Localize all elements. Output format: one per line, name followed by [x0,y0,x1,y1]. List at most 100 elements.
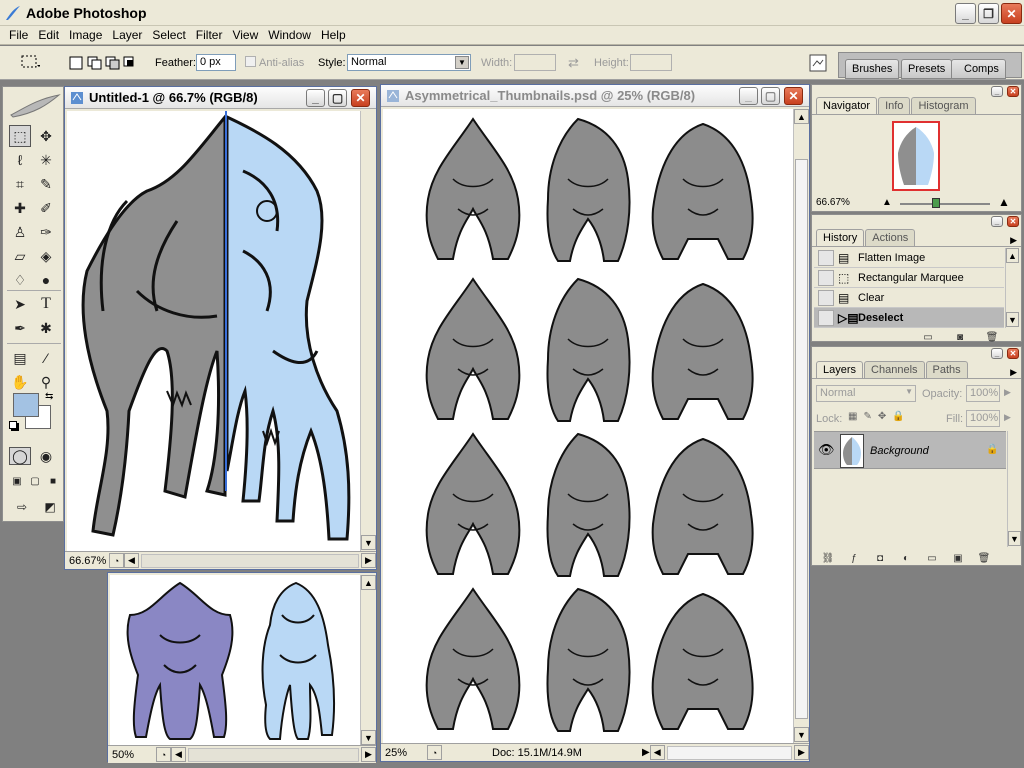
tab-navigator[interactable]: Navigator [816,97,878,114]
new-group-icon[interactable]: ▭ [924,550,940,566]
file-browser-icon[interactable] [808,53,828,73]
zoom-level-3[interactable]: 25% [381,747,421,759]
layer-row-background[interactable]: 👁 Background 🔒 [814,431,1006,469]
tab-layers[interactable]: Layers [816,361,864,378]
layer-mask-icon[interactable]: ◘ [872,550,888,566]
magic-wand-tool-icon[interactable]: ✳ [35,149,57,171]
zoom-level[interactable]: 66.67% [65,555,106,567]
scroll-left-icon[interactable]: ◀ [124,553,139,568]
panel-close-icon[interactable]: ✕ [1007,216,1019,227]
layer-style-icon[interactable]: ƒ [846,550,862,566]
trash-icon[interactable]: 🗑 [984,329,1000,345]
feather-input[interactable]: 0 px [196,54,236,71]
clone-stamp-tool-icon[interactable]: ♙ [9,221,31,243]
history-checkbox[interactable] [818,249,834,266]
screen-mode-standard-icon[interactable]: ▣ [9,473,25,489]
layers-scrollbar[interactable]: ▼ [1007,431,1021,547]
hand-tool-icon[interactable]: ✋ [9,371,31,393]
tab-history[interactable]: History [816,229,865,246]
standard-mode-icon[interactable]: ◯ [9,447,31,465]
eraser-tool-icon[interactable]: ▱ [9,245,31,267]
zoom-in-icon[interactable]: ▲ [998,195,1010,209]
scroll-right-icon[interactable]: ▶ [361,553,376,568]
history-scrollbar[interactable]: ▲ ▼ [1005,248,1020,328]
jump-to-imageready-icon[interactable]: ⇨ [9,497,35,517]
doc-minimize-button[interactable]: _ [306,89,325,107]
history-item[interactable]: ⬚ Rectangular Marquee [814,268,1004,288]
lasso-tool-icon[interactable]: ℓ [9,149,31,171]
screen-mode-full-menu-icon[interactable]: ▢ [27,473,43,489]
palette-tab-presets[interactable]: Presets [901,59,953,79]
menu-window[interactable]: Window [263,28,316,42]
selection-mode-icons[interactable] [68,55,140,71]
notes-tool-icon[interactable]: ▤ [9,347,31,369]
tab-info[interactable]: Info [878,97,911,114]
width-input[interactable] [514,54,556,71]
trash-icon[interactable]: 🗑 [976,550,992,566]
pen-tool-icon[interactable]: ✒ [9,317,31,339]
close-button[interactable]: ✕ [1001,3,1022,24]
scroll-down-icon[interactable]: ▼ [1008,531,1021,546]
zoom-tool-icon[interactable]: ⚲ [35,371,57,393]
eyedropper-tool-icon[interactable]: ⁄ [35,347,57,369]
zoom-slider-thumb[interactable] [932,198,940,208]
document-canvas-2[interactable] [110,575,360,745]
status-menu-icon[interactable]: ◔ [156,747,171,762]
scroll-down-icon[interactable]: ▼ [1006,312,1019,327]
doc-maximize-button[interactable]: ▢ [761,87,780,105]
vertical-scrollbar[interactable]: ▼ [360,111,376,551]
doc-maximize-button[interactable]: ▢ [328,89,347,107]
scroll-up-icon[interactable]: ▲ [361,575,376,590]
palette-tab-brushes[interactable]: Brushes [845,59,900,79]
panel-menu-icon[interactable]: ▶ [1010,367,1017,378]
blur-tool-icon[interactable]: ♢ [9,269,31,291]
dodge-tool-icon[interactable]: ● [35,269,57,291]
tab-channels[interactable]: Channels [864,361,925,378]
vertical-scrollbar-3[interactable]: ▲ ▼ [793,109,809,743]
slice-tool-icon[interactable]: ✎ [35,173,57,195]
menu-help[interactable]: Help [316,28,351,42]
menu-image[interactable]: Image [64,28,107,42]
scroll-up-icon[interactable]: ▲ [1006,248,1019,263]
doc-close-button[interactable]: ✕ [784,87,803,105]
zoom-level-2[interactable]: 50% [108,749,148,761]
type-tool-icon[interactable]: T [35,293,57,315]
minimize-button[interactable]: _ [955,3,976,24]
foreground-color-swatch[interactable] [13,393,39,417]
screen-mode-full-icon[interactable]: ■ [45,473,61,489]
panel-minimize-icon[interactable]: _ [991,216,1003,227]
tab-actions[interactable]: Actions [865,229,916,246]
scroll-right-icon[interactable]: ▶ [794,745,809,760]
opacity-input[interactable]: 100% [966,385,1000,402]
menu-filter[interactable]: Filter [191,28,228,42]
scroll-down-icon[interactable]: ▼ [794,727,809,742]
document-canvas-3[interactable] [383,109,793,743]
vertical-scrollbar-2[interactable]: ▲ ▼ [360,575,376,745]
navigator-thumbnail[interactable] [892,121,940,191]
adjustment-layer-icon[interactable]: ◐ [898,550,914,566]
menu-select[interactable]: Select [147,28,190,42]
eye-visibility-icon[interactable]: 👁 [818,442,835,458]
scroll-down-icon[interactable]: ▼ [361,730,376,745]
document-canvas[interactable] [67,111,360,551]
move-tool-icon[interactable]: ✥ [35,125,57,147]
lock-all-icon[interactable]: 🔒 [892,411,904,422]
rect-marquee-tool-icon[interactable]: ⬚ [9,125,31,147]
path-selection-tool-icon[interactable]: ➤ [9,293,31,315]
new-document-from-state-icon[interactable]: ▭ [920,329,936,345]
brush-tool-icon[interactable]: ✐ [35,197,57,219]
doc-close-button[interactable]: ✕ [351,89,370,107]
palette-tab-comps[interactable]: Comps [951,59,1006,79]
blend-mode-select[interactable]: Normal ▼ [816,385,916,402]
lock-transparency-icon[interactable]: ▦ [848,411,857,422]
scroll-right-icon[interactable]: ▶ [361,747,376,762]
history-state-slider-icon[interactable]: ▷▤ [838,311,859,325]
tab-paths[interactable]: Paths [925,361,968,378]
tab-histogram[interactable]: Histogram [911,97,976,114]
crop-tool-icon[interactable]: ⌗ [9,173,31,195]
new-snapshot-icon[interactable]: ◙ [952,329,968,345]
link-layers-icon[interactable]: ⛓ [820,550,836,566]
healing-brush-tool-icon[interactable]: ✚ [9,197,31,219]
zoom-slider[interactable] [900,203,990,205]
zoom-out-icon[interactable]: ▲ [882,197,892,208]
